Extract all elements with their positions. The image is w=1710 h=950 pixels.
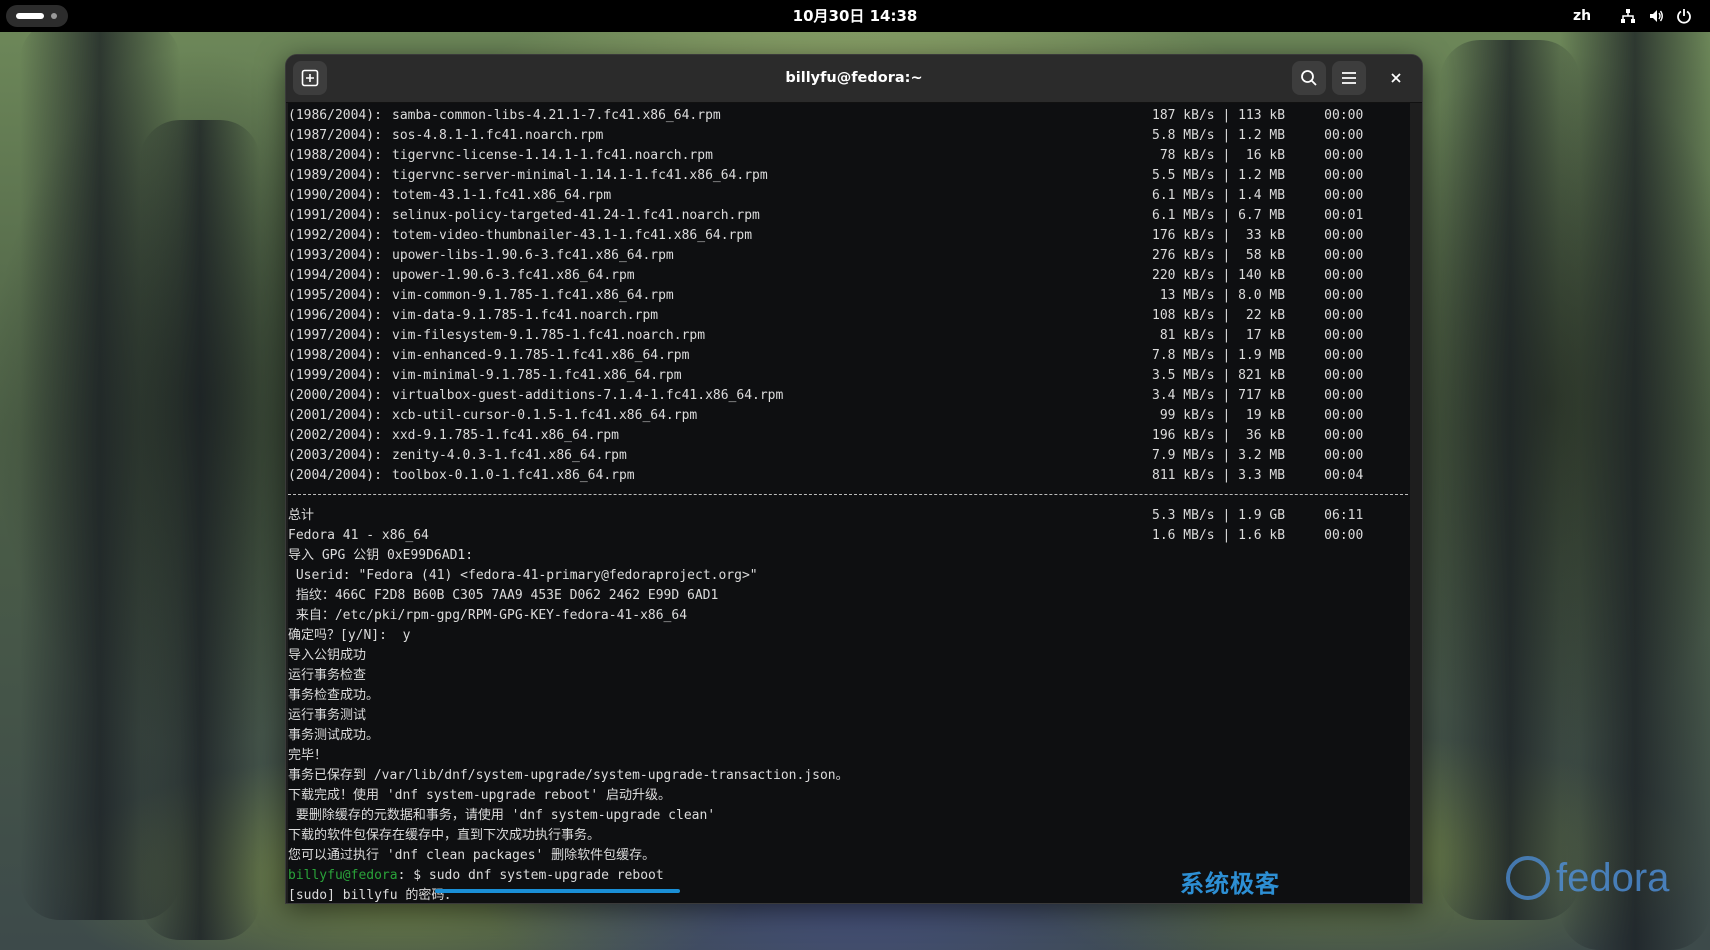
volume-icon[interactable]: [1648, 8, 1664, 24]
close-icon: [1391, 73, 1401, 83]
output-line: 指纹：466C F2D8 B60B C305 7AA9 453E D062 24…: [288, 588, 719, 603]
download-line: (1997/2004): vim-filesystem-9.1.785-1.fc4…: [288, 328, 1364, 343]
menu-button[interactable]: [1332, 61, 1366, 95]
close-button[interactable]: [1379, 61, 1413, 95]
download-line: (2000/2004): virtualbox-guest-additions-7…: [288, 388, 1364, 403]
fedora-wordmark-text: fedora: [1556, 856, 1670, 900]
site-watermark: 系统极客: [1180, 864, 1280, 899]
terminal-output[interactable]: (1986/2004): samba-common-libs-4.21.1-7.f…: [288, 103, 1410, 903]
download-line: (1993/2004): upower-libs-1.90.6-3.fc41.x8…: [288, 248, 1364, 263]
search-button[interactable]: [1292, 61, 1326, 95]
network-icon[interactable]: [1620, 8, 1636, 24]
download-line: (2004/2004): toolbox-0.1.0-1.fc41.x86_64.…: [288, 468, 1364, 483]
window-title: billyfu@fedora:~: [785, 70, 923, 86]
output-line: 下载的软件包保存在缓存中，直到下次成功执行事务。: [288, 828, 601, 843]
output-line: 完毕！: [288, 748, 328, 763]
separator-line: [288, 486, 1410, 506]
wallpaper-trunk-left-2: [140, 120, 260, 940]
search-icon: [1301, 70, 1317, 86]
output-line: 运行事务检查: [288, 668, 367, 683]
prompt-user: billyfu@fedora: [288, 868, 398, 883]
download-line: (1988/2004): tigervnc-license-1.14.1-1.fc…: [288, 148, 1364, 163]
download-line: (2001/2004): xcb-util-cursor-0.1.5-1.fc41…: [288, 408, 1364, 423]
download-line: (1992/2004): totem-video-thumbnailer-43.1…: [288, 228, 1364, 243]
hamburger-menu-icon: [1342, 72, 1356, 84]
download-line: (2003/2004): zenity-4.0.3-1.fc41.x86_64.r…: [288, 448, 1364, 463]
wallpaper-trunk-right-2: [1560, 0, 1710, 950]
output-line: Userid: "Fedora (41) <fedora-41-primary@…: [288, 568, 758, 583]
download-line: (1987/2004): sos-4.8.1-1.fc41.noarch.rpm 5…: [288, 128, 1364, 143]
terminal-lines: (1986/2004): samba-common-libs-4.21.1-7.f…: [288, 106, 1410, 903]
download-line: (2002/2004): xxd-9.1.785-1.fc41.x86_64.rp…: [288, 428, 1364, 443]
download-line: (1994/2004): upower-1.90.6-3.fc41.x86_64.…: [288, 268, 1364, 283]
total-line: 总计 5.3 MB/s | 1.9 GB 06:11: [288, 508, 1364, 523]
download-line: (1998/2004): vim-enhanced-9.1.785-1.fc41.…: [288, 348, 1364, 363]
top-bar: 10月30日 14:38 zh: [0, 0, 1710, 32]
output-line: 来自：/etc/pki/rpm-gpg/RPM-GPG-KEY-fedora-4…: [288, 608, 688, 623]
output-line: 导入 GPG 公钥 0xE99D6AD1:: [288, 548, 474, 563]
dashed-separator: [288, 494, 1408, 496]
download-line: (1986/2004): samba-common-libs-4.21.1-7.f…: [288, 108, 1364, 123]
terminal-headerbar[interactable]: billyfu@fedora:~: [286, 55, 1422, 103]
output-line: 事务已保存到 /var/lib/dnf/system-upgrade/syste…: [288, 768, 849, 783]
download-line: (1996/2004): vim-data-9.1.785-1.fc41.noar…: [288, 308, 1364, 323]
site-watermark-text: 系统极客: [1180, 870, 1280, 898]
input-method-indicator[interactable]: zh: [1573, 0, 1591, 32]
output-line: 导入公钥成功: [288, 648, 367, 663]
output-line: 您可以通过执行 'dnf clean packages' 删除软件包缓存。: [288, 848, 656, 863]
typed-command: : $ sudo dnf system-upgrade reboot: [397, 868, 664, 883]
download-line: (1991/2004): selinux-policy-targeted-41.2…: [288, 208, 1364, 223]
output-line: 事务检查成功。: [288, 688, 380, 703]
power-icon[interactable]: [1676, 8, 1692, 24]
download-line: (1990/2004): totem-43.1-1.fc41.x86_64.rpm…: [288, 188, 1364, 203]
download-line: (1999/2004): vim-minimal-9.1.785-1.fc41.x…: [288, 368, 1364, 383]
download-line: (1995/2004): vim-common-9.1.785-1.fc41.x8…: [288, 288, 1364, 303]
output-line: 运行事务测试: [288, 708, 367, 723]
fedora-wordmark: fedora: [1556, 856, 1669, 901]
output-line: 要删除缓存的元数据和事务，请使用 'dnf system-upgrade cle…: [288, 808, 716, 823]
output-line: 下载完成！使用 'dnf system-upgrade reboot' 启动升级…: [288, 788, 671, 803]
output-line: 确定吗？[y/N]: y: [288, 628, 411, 643]
download-line: (1989/2004): tigervnc-server-minimal-1.14…: [288, 168, 1364, 183]
fedora-logo-icon: [1506, 856, 1550, 900]
terminal-window[interactable]: billyfu@fedora:~ (1986/2004): samba-commo…: [285, 54, 1423, 904]
command-highlight-underline: [435, 889, 680, 893]
clock[interactable]: 10月30日 14:38: [0, 0, 1710, 32]
repo-line: Fedora 41 - x86_64 1.6 MB/s | 1.6 kB 00:0…: [288, 528, 1364, 543]
wallpaper-trunk-right: [1440, 40, 1580, 920]
output-line: 事务测试成功。: [288, 728, 380, 743]
